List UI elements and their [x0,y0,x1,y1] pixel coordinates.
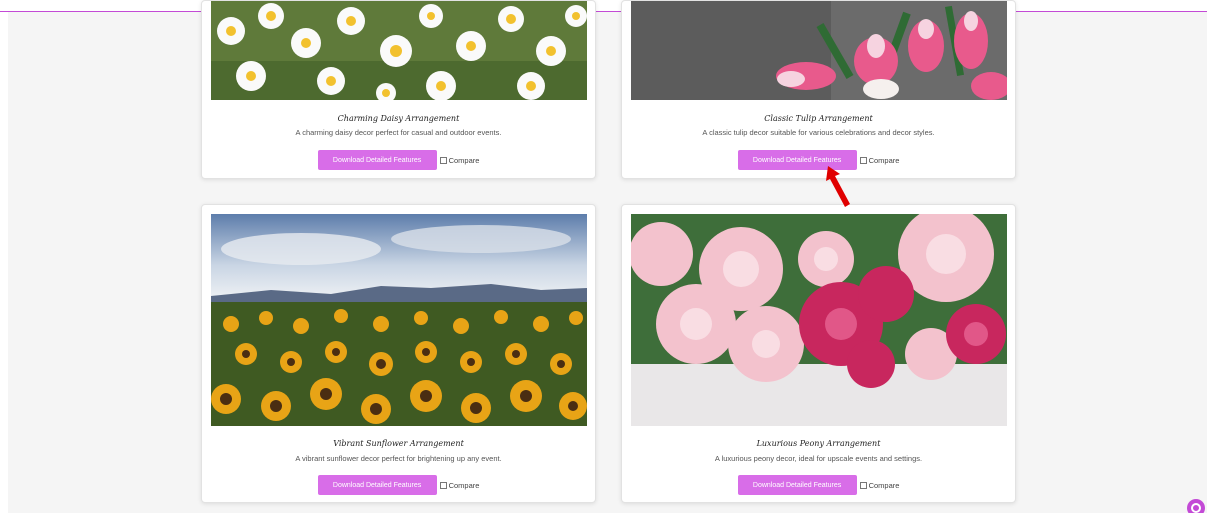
card-actions: Download Detailed Features Compare [622,150,1015,170]
compare-checkbox[interactable]: Compare [859,155,900,165]
download-features-button[interactable]: Download Detailed Features [737,475,857,495]
checkbox-box[interactable] [859,481,867,489]
checkbox-box[interactable] [859,156,867,164]
card-actions: Download Detailed Features Compare [622,475,1015,495]
card-actions: Download Detailed Features Compare [202,150,595,170]
tulip-image [631,1,1007,100]
download-features-button[interactable]: Download Detailed Features [317,150,437,170]
compare-label: Compare [448,155,480,165]
card-title: Luxurious Peony Arrangement [756,439,881,448]
checkbox-box[interactable] [439,481,447,489]
compare-checkbox[interactable]: Compare [439,155,480,165]
card-description: A luxurious peony decor, ideal for upsca… [714,454,923,463]
card-actions: Download Detailed Features Compare [202,475,595,495]
product-card-tulip: Classic Tulip Arrangement A classic tuli… [621,0,1016,179]
card-title: Classic Tulip Arrangement [764,114,873,123]
card-title: Charming Daisy Arrangement [337,114,460,123]
compare-label: Compare [868,155,900,165]
help-circle-icon[interactable] [1187,499,1205,513]
header-divider [0,11,1207,12]
card-description: A classic tulip decor suitable for vario… [702,128,935,137]
card-title: Vibrant Sunflower Arrangement [333,439,464,448]
daisy-image [211,1,587,100]
compare-label: Compare [868,480,900,490]
card-description: A charming daisy decor perfect for casua… [295,128,502,137]
help-circle-inner [1191,503,1201,513]
product-card-peony: Luxurious Peony Arrangement A luxurious … [621,204,1016,503]
compare-label: Compare [448,480,480,490]
checkbox-box[interactable] [439,156,447,164]
page-background [8,12,1207,513]
product-card-sunflower: Vibrant Sunflower Arrangement A vibrant … [201,204,596,503]
red-arrow-annotation-icon [826,166,850,207]
peony-image [631,214,1007,426]
compare-checkbox[interactable]: Compare [859,480,900,490]
compare-checkbox[interactable]: Compare [439,480,480,490]
card-description: A vibrant sunflower decor perfect for br… [295,454,502,463]
download-features-button[interactable]: Download Detailed Features [317,475,437,495]
product-card-daisy: Charming Daisy Arrangement A charming da… [201,0,596,179]
sunflower-image [211,214,587,426]
